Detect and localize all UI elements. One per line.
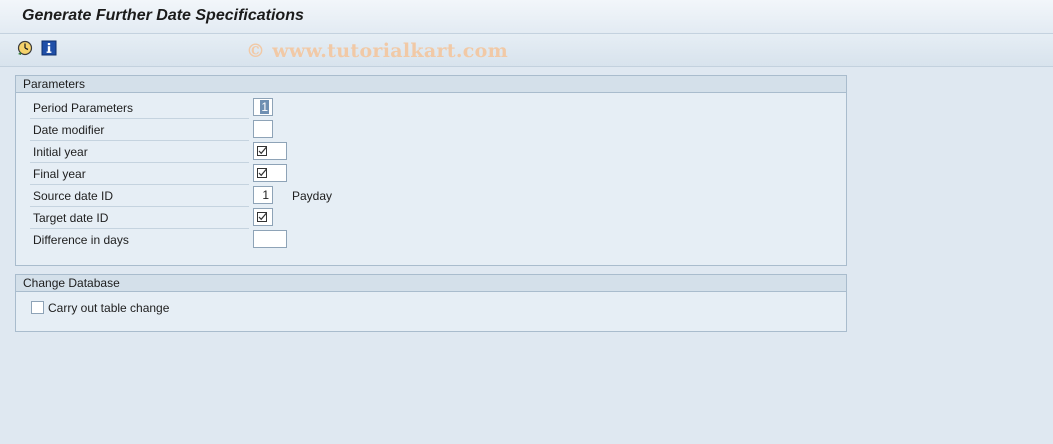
target-date-id-row: Target date ID <box>30 208 830 229</box>
period-parameters-label: Period Parameters <box>30 98 249 119</box>
final-year-label: Final year <box>30 164 249 185</box>
final-year-row: Final year <box>30 164 830 185</box>
source-date-id-label: Source date ID <box>30 186 249 207</box>
date-modifier-label: Date modifier <box>30 120 249 141</box>
source-date-id-row: Source date ID 1 Payday <box>30 186 830 207</box>
initial-year-input[interactable] <box>253 142 287 160</box>
page-title: Generate Further Date Specifications <box>22 7 304 24</box>
carry-out-table-change-option[interactable]: Carry out table change <box>31 299 169 317</box>
final-year-input[interactable] <box>253 164 287 182</box>
period-parameters-input[interactable]: 1 <box>253 98 273 116</box>
initial-year-label: Initial year <box>30 142 249 163</box>
carry-out-table-change-checkbox[interactable] <box>31 301 44 314</box>
date-modifier-row: Date modifier <box>30 120 830 141</box>
parameters-group-title: Parameters <box>16 76 846 93</box>
execute-clock-icon[interactable] <box>16 39 34 57</box>
application-toolbar: © www.tutorialkart.com <box>0 34 1053 67</box>
change-database-group: Change Database Carry out table change <box>15 274 847 332</box>
initial-year-row: Initial year <box>30 142 830 163</box>
difference-in-days-input[interactable] <box>253 230 287 248</box>
watermark: © www.tutorialkart.com <box>246 40 509 62</box>
difference-in-days-row: Difference in days <box>30 230 830 250</box>
main-content: Parameters Period Parameters 1 Date modi… <box>6 67 1053 444</box>
source-date-id-text: Payday <box>292 189 333 203</box>
required-check-icon <box>257 168 267 178</box>
required-check-icon <box>257 212 267 222</box>
required-check-icon <box>257 146 267 156</box>
parameters-group: Parameters Period Parameters 1 Date modi… <box>15 75 847 266</box>
target-date-id-input[interactable] <box>253 208 273 226</box>
period-parameters-row: Period Parameters 1 <box>30 98 830 119</box>
source-date-id-input[interactable]: 1 <box>253 186 273 204</box>
difference-in-days-label: Difference in days <box>33 233 129 247</box>
carry-out-table-change-label: Carry out table change <box>48 301 170 315</box>
title-bar: Generate Further Date Specifications <box>0 0 1053 34</box>
change-database-group-title: Change Database <box>16 275 846 292</box>
info-icon[interactable] <box>40 39 58 57</box>
target-date-id-label: Target date ID <box>30 208 249 229</box>
date-modifier-input[interactable] <box>253 120 273 138</box>
